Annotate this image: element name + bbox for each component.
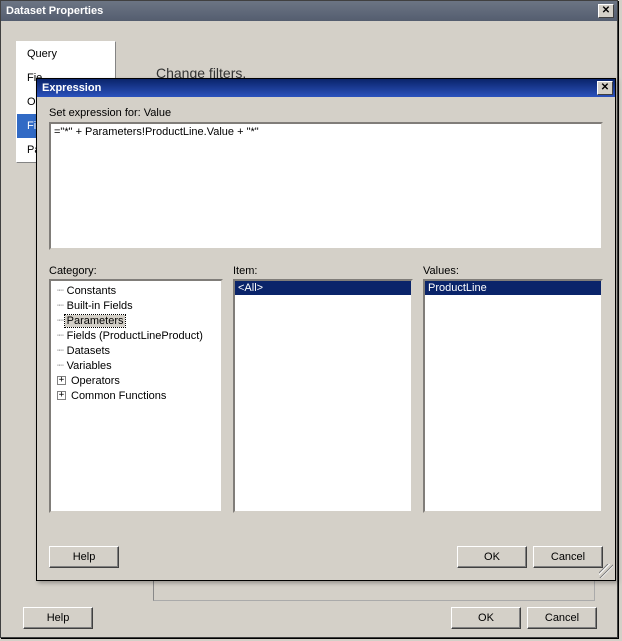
tab-query[interactable]: Query [17,42,115,66]
dataset-properties-titlebar[interactable]: Dataset Properties ✕ [1,1,617,21]
dataset-properties-title: Dataset Properties [6,5,598,17]
expression-title: Expression [42,82,597,94]
item-listbox[interactable]: <All> [233,279,413,513]
help-button[interactable]: Help [23,607,93,629]
set-expression-label: Set expression for: Value [49,107,603,119]
list-item[interactable]: ProductLine [425,281,601,295]
tree-item-common-functions[interactable]: +Common Functions [51,388,221,403]
tree-item-datasets[interactable]: ┈Datasets [51,343,221,358]
ok-button[interactable]: OK [457,546,527,568]
category-tree[interactable]: ┈Constants ┈Built-in Fields ┈Parameters … [49,279,223,513]
expression-input[interactable] [49,122,603,250]
close-icon[interactable]: ✕ [598,4,614,18]
list-item[interactable]: <All> [235,281,411,295]
values-listbox[interactable]: ProductLine [423,279,603,513]
cancel-button[interactable]: Cancel [527,607,597,629]
cancel-button[interactable]: Cancel [533,546,603,568]
resize-grip-icon[interactable] [599,564,613,578]
category-label: Category: [49,265,223,277]
tree-item-constants[interactable]: ┈Constants [51,283,221,298]
tree-item-operators[interactable]: +Operators [51,373,221,388]
expression-dialog: Expression ✕ Set expression for: Value C… [36,78,616,581]
help-button[interactable]: Help [49,546,119,568]
tree-item-builtin-fields[interactable]: ┈Built-in Fields [51,298,221,313]
tree-item-fields[interactable]: ┈Fields (ProductLineProduct) [51,328,221,343]
expand-icon[interactable]: + [57,376,66,385]
close-icon[interactable]: ✕ [597,81,613,95]
values-label: Values: [423,265,603,277]
item-label: Item: [233,265,413,277]
expression-titlebar[interactable]: Expression ✕ [37,79,615,97]
expand-icon[interactable]: + [57,391,66,400]
ok-button[interactable]: OK [451,607,521,629]
tree-item-parameters[interactable]: ┈Parameters [51,313,221,328]
tree-item-variables[interactable]: ┈Variables [51,358,221,373]
